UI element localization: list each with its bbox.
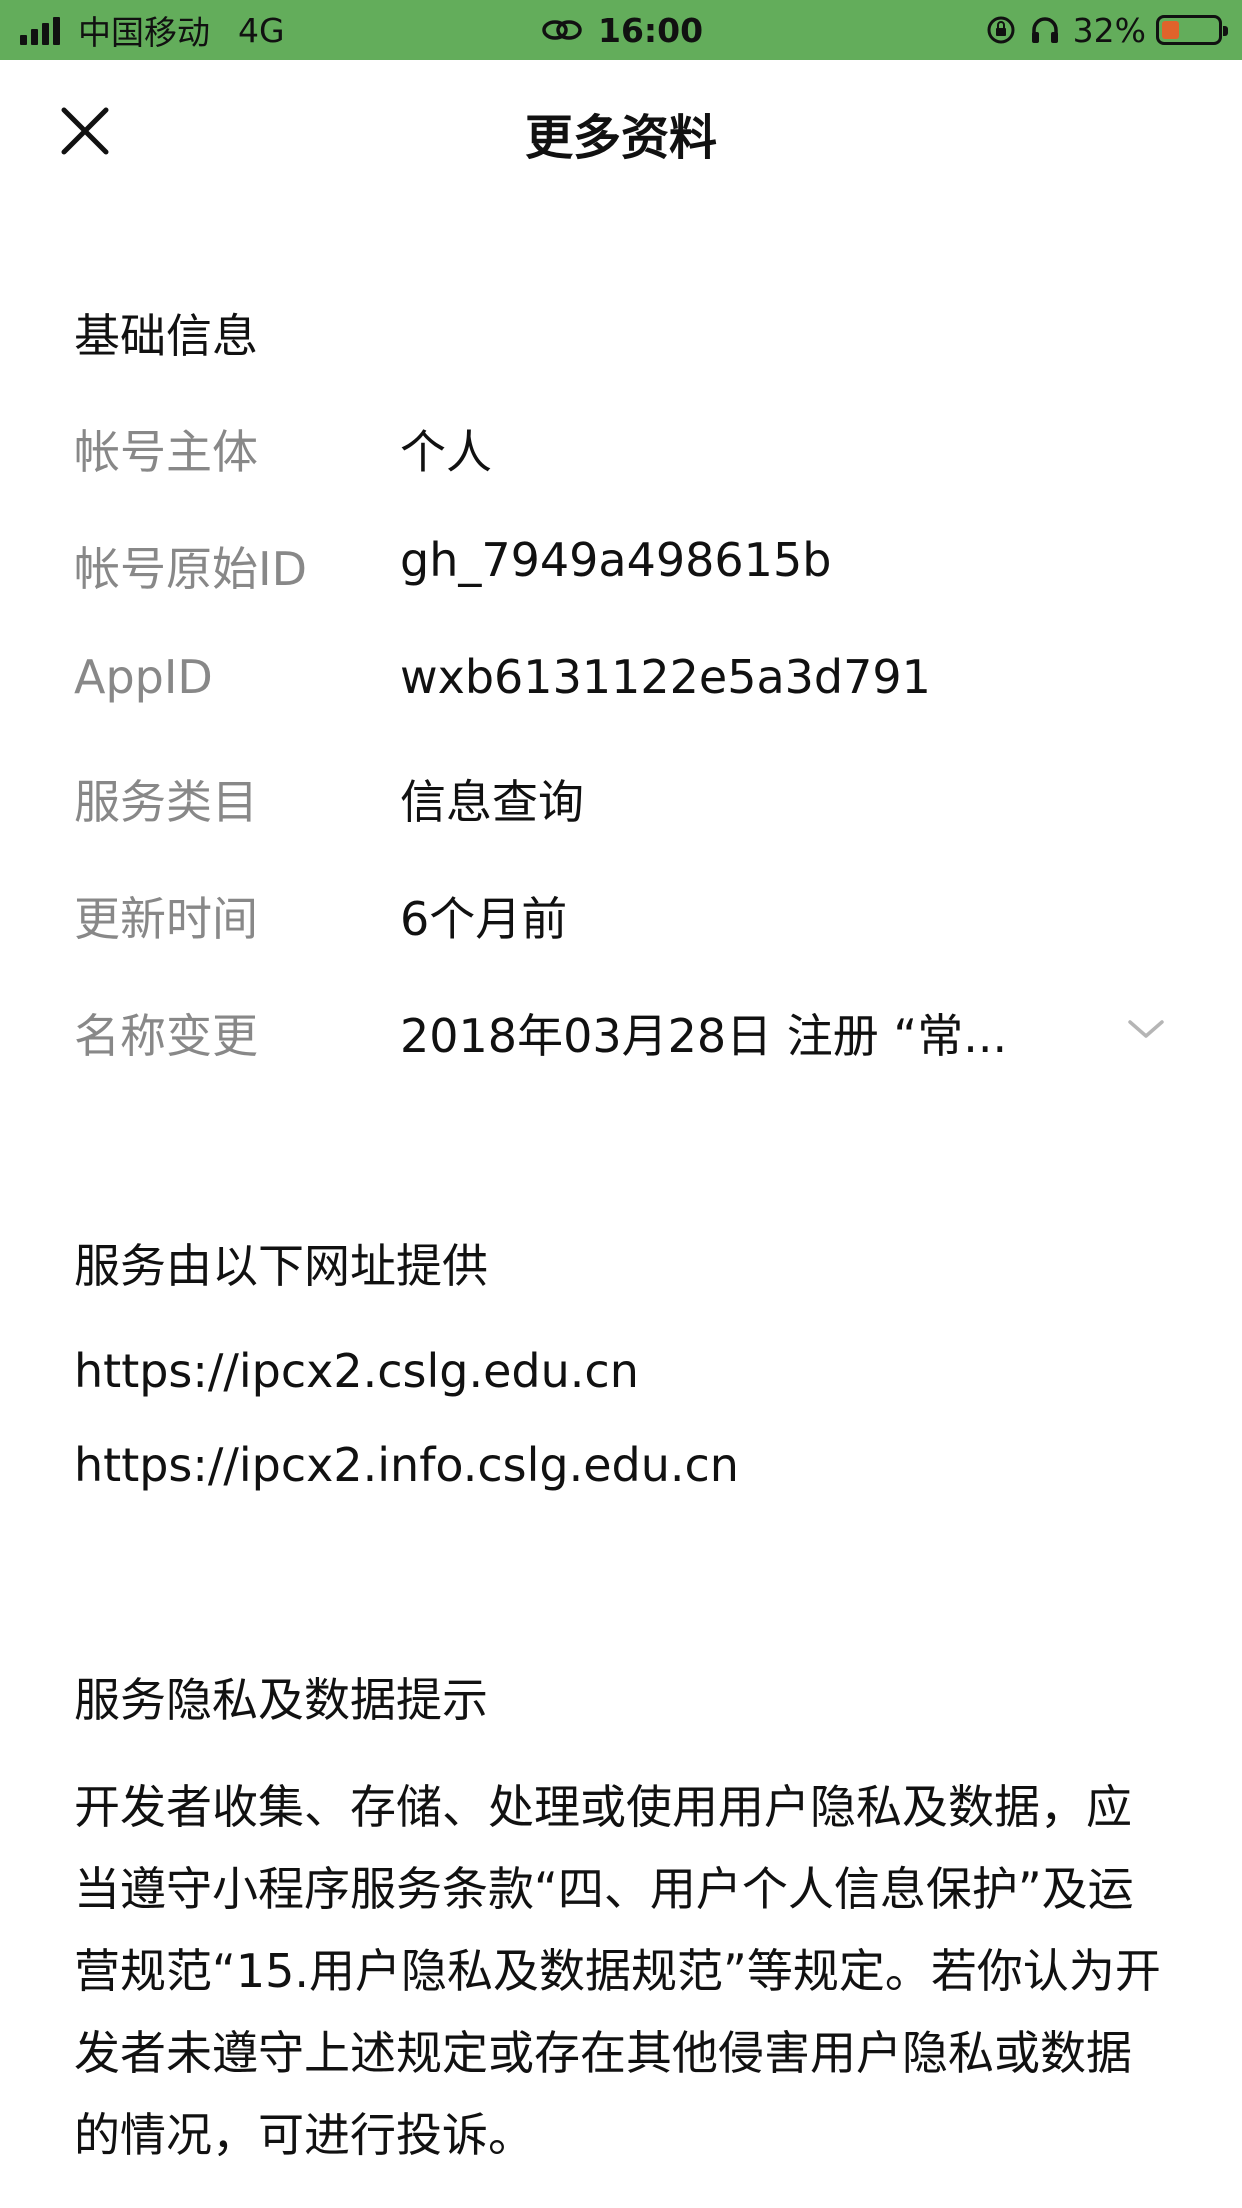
rotation-lock-icon (987, 16, 1015, 44)
service-url: https://ipcx2.cslg.edu.cn (74, 1344, 639, 1398)
battery-icon (1156, 15, 1228, 45)
battery-tip (1223, 26, 1228, 36)
status-left: 中国移动 4G (20, 10, 285, 52)
service-urls-title: 服务由以下网址提供 (74, 1239, 488, 1293)
status-time: 16:00 (598, 10, 704, 50)
info-value: wxb6131122e5a3d791 (400, 650, 931, 704)
info-label: AppID (74, 650, 213, 704)
info-row-update-time: 更新时间 6个月前 (74, 883, 1174, 963)
info-label: 帐号原始ID (74, 542, 307, 596)
link-icon (542, 20, 582, 40)
network-type: 4G (238, 10, 285, 50)
navigation-bar: 更多资料 (0, 60, 1242, 190)
status-bar: 中国移动 4G 16:00 32% (0, 0, 1242, 60)
headphone-icon (1031, 17, 1058, 43)
info-label: 服务类目 (74, 775, 258, 829)
info-value: 信息查询 (400, 775, 584, 829)
info-label: 帐号主体 (74, 425, 258, 479)
info-row-account-subject: 帐号主体 个人 (74, 416, 1174, 496)
info-row-original-id: 帐号原始ID gh_7949a498615b (74, 533, 1174, 613)
carrier-label: 中国移动 (78, 13, 210, 52)
page-title: 更多资料 (524, 110, 717, 166)
status-right: 32% (985, 10, 1228, 50)
info-row-service-category: 服务类目 信息查询 (74, 766, 1174, 846)
info-value: 6个月前 (400, 892, 568, 946)
privacy-notice-text: 开发者收集、存储、处理或使用用户隐私及数据，应当遵守小程序服务条款“四、用户个人… (74, 1780, 1161, 2162)
info-value: 2018年03月28日 注册 “常... (400, 1009, 1008, 1063)
signal-icon (20, 15, 64, 45)
info-value: 个人 (400, 425, 492, 479)
info-row-name-change[interactable]: 名称变更 2018年03月28日 注册 “常... (74, 1000, 1174, 1080)
status-center: 16:00 (540, 10, 703, 50)
battery-percent: 32% (1072, 10, 1146, 50)
privacy-title: 服务隐私及数据提示 (74, 1673, 488, 1727)
info-row-appid: AppID wxb6131122e5a3d791 (74, 650, 1174, 730)
info-label: 名称变更 (74, 1009, 258, 1063)
info-value: gh_7949a498615b (400, 533, 832, 587)
chevron-down-icon[interactable] (1122, 1014, 1170, 1044)
battery-level-fill (1162, 21, 1180, 39)
basic-info-title: 基础信息 (74, 309, 258, 363)
info-label: 更新时间 (74, 892, 258, 946)
service-url: https://ipcx2.info.cslg.edu.cn (74, 1438, 739, 1492)
